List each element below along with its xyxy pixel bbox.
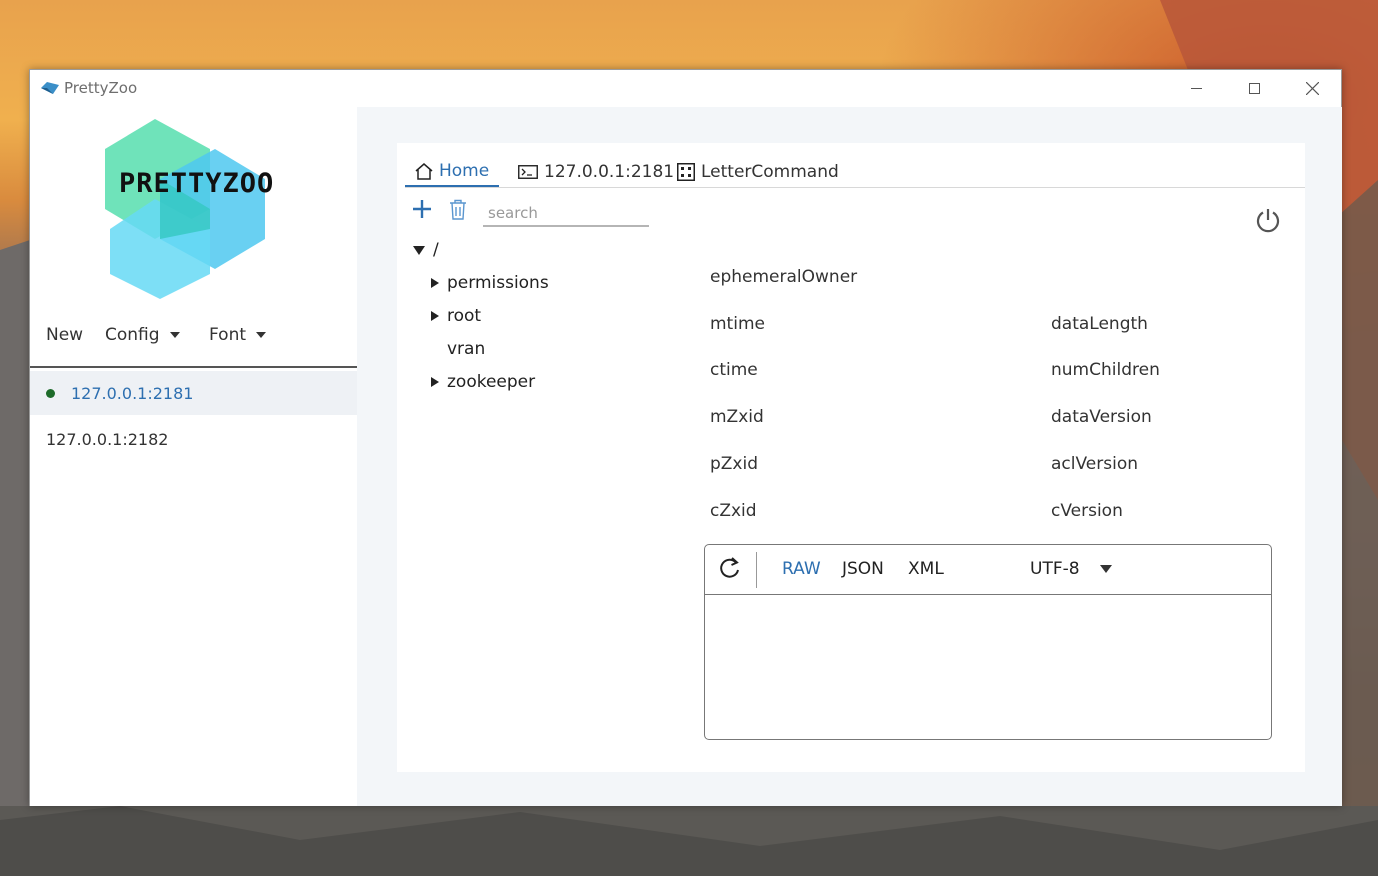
font-menu[interactable]: Font — [209, 325, 267, 345]
prop-num-children: numChildren — [1051, 360, 1160, 380]
prop-acl-version: aclVersion — [1051, 454, 1139, 474]
server-address: 127.0.0.1:2182 — [46, 429, 169, 449]
prop-c-version: cVersion — [1051, 501, 1123, 521]
main-area: Home 127.0.0.1:2181 LetterCommand search… — [357, 107, 1342, 806]
node-data-textarea[interactable] — [706, 596, 1270, 738]
format-xml-button[interactable]: XML — [908, 559, 944, 579]
tab-bar: Home 127.0.0.1:2181 LetterCommand — [405, 143, 1305, 188]
format-raw-button[interactable]: RAW — [782, 559, 821, 579]
font-menu-label: Font — [209, 325, 247, 345]
tree-node-root-child[interactable]: root — [431, 306, 481, 326]
prop-ephemeral-owner: ephemeralOwner — [710, 267, 858, 287]
terminal-icon — [518, 165, 538, 179]
window-title: PrettyZoo — [64, 79, 138, 97]
charset-value: UTF-8 — [1030, 559, 1080, 579]
tree-node-root[interactable]: / — [413, 240, 439, 260]
tab-label: 127.0.0.1:2181 — [544, 162, 675, 182]
tree-node-permissions[interactable]: permissions — [431, 273, 549, 293]
command-icon — [677, 163, 695, 181]
prop-ctime: ctime — [710, 360, 758, 380]
chevron-down-icon — [256, 332, 267, 338]
charset-select[interactable]: UTF-8 — [1030, 559, 1112, 579]
app-logo: PRETTYZOO — [105, 114, 310, 299]
minimize-icon — [1190, 87, 1202, 89]
prop-mzxid: mZxid — [710, 407, 764, 427]
collapse-arrow-icon — [431, 311, 439, 321]
sidebar-menu: New Config Font — [30, 325, 357, 355]
tab-server-2181[interactable]: 127.0.0.1:2181 — [508, 157, 684, 187]
app-window: PrettyZoo PRETTYZOO New Config Font 127.… — [29, 69, 1342, 806]
home-icon — [415, 162, 433, 180]
config-menu[interactable]: Config — [105, 325, 180, 345]
collapse-arrow-icon — [431, 278, 439, 288]
chevron-down-icon — [1099, 565, 1112, 573]
close-button[interactable] — [1283, 70, 1341, 106]
title-bar: PrettyZoo — [30, 70, 1341, 107]
chevron-down-icon — [169, 332, 180, 338]
app-icon — [41, 82, 59, 94]
tree-node-zookeeper[interactable]: zookeeper — [431, 372, 535, 392]
prop-czxid: cZxid — [710, 501, 757, 521]
tab-label: Home — [439, 161, 490, 181]
add-node-button[interactable] — [412, 199, 432, 223]
server-address: 127.0.0.1:2181 — [71, 383, 194, 403]
close-icon — [1305, 81, 1319, 95]
expand-arrow-icon — [413, 245, 425, 255]
trash-icon — [450, 199, 466, 220]
node-data-editor: RAW JSON XML UTF-8 — [704, 544, 1272, 740]
new-menu[interactable]: New — [46, 325, 83, 345]
connected-status-icon — [46, 388, 55, 398]
plus-icon — [413, 200, 431, 218]
tab-home[interactable]: Home — [405, 157, 500, 187]
collapse-arrow-icon — [431, 377, 439, 387]
sidebar-divider — [30, 366, 357, 368]
tree-node-vran[interactable]: vran — [447, 339, 485, 359]
tree-node-label: root — [447, 306, 482, 326]
content-panel: Home 127.0.0.1:2181 LetterCommand search… — [397, 143, 1305, 772]
prop-pzxid: pZxid — [710, 454, 759, 474]
tree-node-label: / — [433, 240, 439, 260]
new-menu-label: New — [46, 325, 84, 345]
tab-letter-command[interactable]: LetterCommand — [667, 157, 849, 187]
prop-data-version: dataVersion — [1051, 407, 1152, 427]
logo-text: PRETTYZOO — [119, 168, 275, 199]
sidebar: PRETTYZOO New Config Font 127.0.0.1:2181… — [30, 107, 357, 806]
power-icon — [1256, 209, 1280, 233]
prop-data-length: dataLength — [1051, 314, 1148, 334]
search-input[interactable] — [483, 200, 649, 227]
refresh-button[interactable] — [719, 557, 741, 585]
minimize-button[interactable] — [1167, 70, 1225, 106]
editor-toolbar: RAW JSON XML UTF-8 — [705, 545, 1271, 595]
disconnect-button[interactable] — [1255, 207, 1281, 237]
tree-node-label: zookeeper — [447, 372, 536, 392]
refresh-icon — [720, 557, 739, 578]
toolbar-separator — [756, 552, 757, 588]
format-json-button[interactable]: JSON — [842, 559, 884, 579]
prop-mtime: mtime — [710, 314, 765, 334]
tree-node-label: vran — [447, 339, 486, 359]
server-item-2181[interactable]: 127.0.0.1:2181 — [30, 371, 357, 415]
tab-label: LetterCommand — [701, 162, 839, 182]
delete-node-button[interactable] — [448, 199, 468, 224]
tree-node-label: permissions — [447, 273, 549, 293]
maximize-button[interactable] — [1225, 70, 1283, 106]
maximize-icon — [1248, 82, 1260, 94]
server-item-2182[interactable]: 127.0.0.1:2182 — [30, 417, 357, 461]
config-menu-label: Config — [105, 325, 160, 345]
